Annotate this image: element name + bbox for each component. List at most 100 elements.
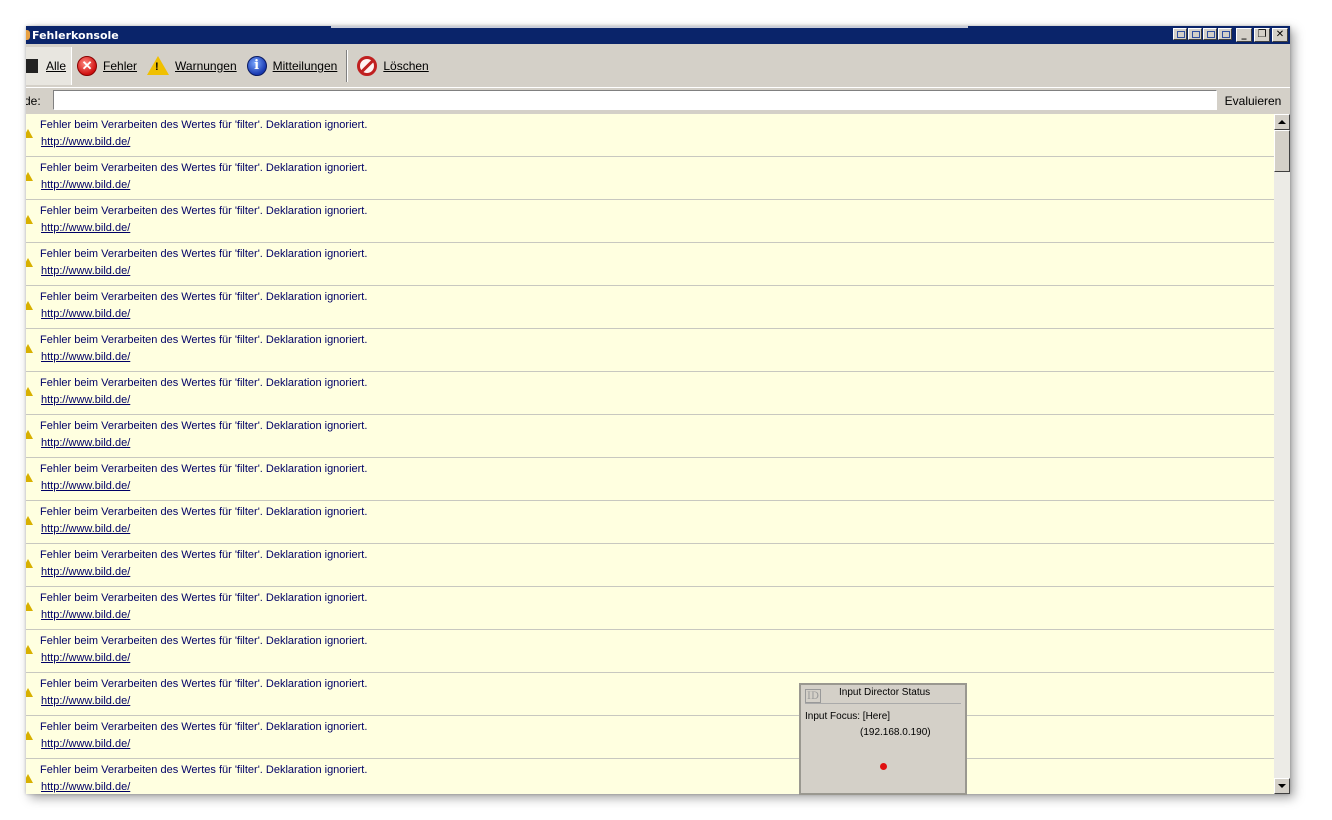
evaluate-button[interactable]: Evaluieren — [1220, 90, 1286, 111]
upload-icon[interactable] — [1218, 28, 1232, 40]
vertical-scrollbar[interactable] — [1274, 114, 1290, 794]
console-entry[interactable]: Fehler beim Verarbeiten des Wertes für '… — [26, 716, 1274, 759]
console-entry[interactable]: Fehler beim Verarbeiten des Wertes für '… — [26, 630, 1274, 673]
entry-source-link[interactable]: http://www.bild.de/ — [41, 308, 130, 320]
clear-button[interactable]: Löschen — [352, 48, 433, 84]
filter-messages-label: Mitteilungen — [272, 58, 338, 73]
entry-source-link[interactable]: http://www.bild.de/ — [41, 652, 130, 664]
title-bar[interactable]: Fehlerkonsole _ ❐ ✕ — [26, 26, 1290, 44]
console-entry[interactable]: Fehler beim Verarbeiten des Wertes für '… — [26, 673, 1274, 716]
entry-source-link[interactable]: http://www.bild.de/ — [41, 394, 130, 406]
console-entry[interactable]: Fehler beim Verarbeiten des Wertes für '… — [26, 458, 1274, 501]
input-focus-text: Input Focus: [Here] — [805, 711, 891, 722]
app-icon — [26, 30, 30, 40]
console-entry[interactable]: Fehler beim Verarbeiten des Wertes für '… — [26, 501, 1274, 544]
warning-icon — [26, 301, 33, 310]
scroll-thumb[interactable] — [1274, 130, 1290, 172]
console-entry-list[interactable]: Fehler beim Verarbeiten des Wertes für '… — [26, 114, 1274, 794]
all-icon — [26, 58, 38, 73]
entry-message: Fehler beim Verarbeiten des Wertes für '… — [40, 119, 368, 131]
entry-source-link[interactable]: http://www.bild.de/ — [41, 437, 130, 449]
code-label: de: — [26, 94, 41, 108]
filter-messages-button[interactable]: i Mitteilungen — [242, 48, 343, 84]
warning-icon — [26, 602, 33, 611]
warning-icon — [26, 258, 33, 267]
warning-icon — [26, 645, 33, 654]
clear-label: Löschen — [383, 58, 429, 73]
console-entry[interactable]: Fehler beim Verarbeiten des Wertes für '… — [26, 544, 1274, 587]
arrow-down-icon — [1278, 784, 1286, 788]
filter-toolbar: Alle ✕ Fehler ! Warnungen i Mitteilungen… — [26, 44, 1290, 87]
close-button[interactable]: ✕ — [1272, 28, 1288, 42]
entry-source-link[interactable]: http://www.bild.de/ — [41, 523, 130, 535]
filter-errors-button[interactable]: ✕ Fehler — [72, 48, 142, 84]
ip-address-text: (192.168.0.190) — [860, 727, 931, 738]
console-entry[interactable]: Fehler beim Verarbeiten des Wertes für '… — [26, 759, 1274, 794]
warning-icon — [26, 516, 33, 525]
entry-source-link[interactable]: http://www.bild.de/ — [41, 179, 130, 191]
entry-source-link[interactable]: http://www.bild.de/ — [41, 480, 130, 492]
console-entry[interactable]: Fehler beim Verarbeiten des Wertes für '… — [26, 372, 1274, 415]
console-entry[interactable]: Fehler beim Verarbeiten des Wertes für '… — [26, 157, 1274, 200]
entry-source-link[interactable]: http://www.bild.de/ — [41, 695, 130, 707]
console-entry[interactable]: Fehler beim Verarbeiten des Wertes für '… — [26, 114, 1274, 157]
filter-warnings-button[interactable]: ! Warnungen — [142, 48, 242, 84]
warning-icon: ! — [147, 56, 170, 75]
console-entry[interactable]: Fehler beim Verarbeiten des Wertes für '… — [26, 243, 1274, 286]
warning-icon — [26, 215, 33, 224]
warning-icon — [26, 774, 33, 783]
entry-source-link[interactable]: http://www.bild.de/ — [41, 781, 130, 793]
arrow-up-icon — [1278, 120, 1286, 124]
restore-button[interactable]: ❐ — [1254, 28, 1270, 42]
filter-errors-label: Fehler — [103, 58, 138, 73]
warning-icon — [26, 172, 33, 181]
title-stripe — [331, 26, 968, 28]
entry-message: Fehler beim Verarbeiten des Wertes für '… — [40, 678, 368, 690]
window-controls: _ ❐ ✕ — [1236, 28, 1288, 42]
entry-source-link[interactable]: http://www.bild.de/ — [41, 265, 130, 277]
clear-icon — [357, 55, 378, 76]
entry-source-link[interactable]: http://www.bild.de/ — [41, 222, 130, 234]
entry-source-link[interactable]: http://www.bild.de/ — [41, 738, 130, 750]
entry-source-link[interactable]: http://www.bild.de/ — [41, 136, 130, 148]
tray-icon[interactable] — [1188, 28, 1202, 40]
toolbar-separator — [346, 49, 349, 82]
entry-message: Fehler beim Verarbeiten des Wertes für '… — [40, 764, 368, 776]
input-director-status-popup: ID Input Director Status Input Focus: [H… — [799, 683, 967, 795]
entry-message: Fehler beim Verarbeiten des Wertes für '… — [40, 205, 368, 217]
entry-message: Fehler beim Verarbeiten des Wertes für '… — [40, 377, 368, 389]
scroll-down-button[interactable] — [1274, 778, 1290, 794]
entry-source-link[interactable]: http://www.bild.de/ — [41, 351, 130, 363]
minimize-button[interactable]: _ — [1236, 28, 1252, 42]
scroll-up-button[interactable] — [1274, 114, 1290, 130]
console-entry[interactable]: Fehler beim Verarbeiten des Wertes für '… — [26, 587, 1274, 630]
info-icon: i — [246, 55, 267, 76]
console-entry[interactable]: Fehler beim Verarbeiten des Wertes für '… — [26, 415, 1274, 458]
code-input[interactable] — [53, 90, 1217, 110]
console-entry[interactable]: Fehler beim Verarbeiten des Wertes für '… — [26, 200, 1274, 243]
console-entry[interactable]: Fehler beim Verarbeiten des Wertes für '… — [26, 286, 1274, 329]
console-entry[interactable]: Fehler beim Verarbeiten des Wertes für '… — [26, 329, 1274, 372]
warning-icon — [26, 688, 33, 697]
error-icon: ✕ — [77, 55, 98, 76]
warning-icon — [26, 344, 33, 353]
entry-message: Fehler beim Verarbeiten des Wertes für '… — [40, 721, 368, 733]
entry-message: Fehler beim Verarbeiten des Wertes für '… — [40, 291, 368, 303]
input-director-icon: ID — [805, 689, 821, 703]
title-tools — [1173, 28, 1232, 40]
error-console-window: Fehlerkonsole _ ❐ ✕ Alle ✕ Fehler ! Warn… — [26, 26, 1290, 794]
warning-icon — [26, 559, 33, 568]
entry-message: Fehler beim Verarbeiten des Wertes für '… — [40, 592, 368, 604]
window-title: Fehlerkonsole — [32, 28, 119, 42]
warning-icon — [26, 430, 33, 439]
entry-message: Fehler beim Verarbeiten des Wertes für '… — [40, 463, 368, 475]
entry-message: Fehler beim Verarbeiten des Wertes für '… — [40, 506, 368, 518]
status-popup-divider — [805, 703, 961, 704]
pin-icon[interactable] — [1173, 28, 1187, 40]
window-icon[interactable] — [1203, 28, 1217, 40]
filter-all-button[interactable]: Alle — [26, 46, 73, 85]
warning-icon — [26, 473, 33, 482]
entry-source-link[interactable]: http://www.bild.de/ — [41, 609, 130, 621]
entry-source-link[interactable]: http://www.bild.de/ — [41, 566, 130, 578]
warning-icon — [26, 387, 33, 396]
